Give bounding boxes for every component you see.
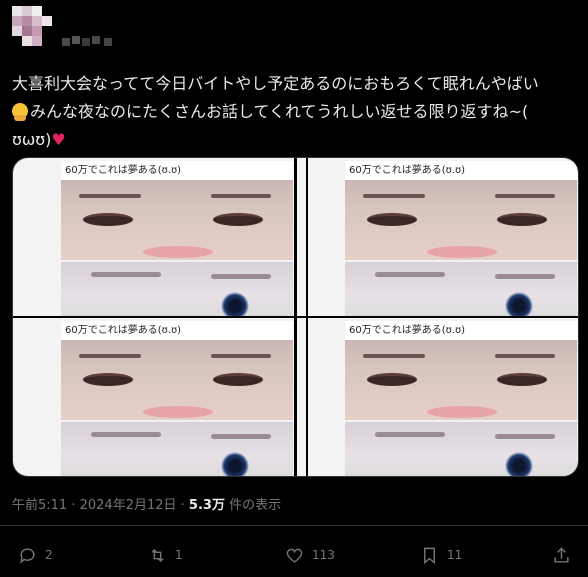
avatar[interactable] bbox=[12, 6, 52, 46]
eye bbox=[221, 452, 249, 476]
blush bbox=[427, 406, 497, 418]
post-meta: 午前5:11 · 2024年2月12日 · 5.3万 件の表示 bbox=[12, 494, 281, 513]
media-image-3[interactable]: 60万でこれは夢ある(ʊ.ʊ) bbox=[13, 318, 294, 476]
username-blurred[interactable] bbox=[62, 36, 114, 46]
eyebrow bbox=[79, 194, 141, 198]
media-image-2[interactable]: 60万でこれは夢ある(ʊ.ʊ) bbox=[297, 158, 578, 316]
photo-face-upper bbox=[61, 340, 293, 420]
media-grid[interactable]: 60万でこれは夢ある(ʊ.ʊ) 60万でこれは夢ある(ʊ.ʊ) 60万でこれは夢… bbox=[12, 157, 579, 477]
post-date[interactable]: 2024年2月12日 bbox=[80, 498, 177, 513]
view-label: 件の表示 bbox=[224, 498, 282, 513]
eye bbox=[367, 213, 417, 226]
view-count: 5.3万 bbox=[188, 498, 225, 513]
eyebrow bbox=[211, 434, 271, 439]
photo-face-lower bbox=[345, 422, 577, 476]
eye bbox=[497, 373, 547, 386]
eye bbox=[497, 213, 547, 226]
eyebrow bbox=[495, 194, 555, 198]
blush bbox=[427, 246, 497, 258]
meta-dot: · bbox=[67, 498, 80, 513]
bookmark-icon bbox=[424, 547, 435, 564]
like-button[interactable]: 113 bbox=[285, 540, 335, 570]
media-caption-4: 60万でこれは夢ある(ʊ.ʊ) bbox=[345, 321, 577, 341]
heart-icon bbox=[286, 548, 303, 563]
eyebrow bbox=[495, 434, 555, 439]
eyebrow bbox=[91, 432, 161, 437]
eye bbox=[213, 373, 263, 386]
divider bbox=[0, 525, 588, 526]
eyebrow bbox=[211, 274, 271, 279]
eyebrow bbox=[363, 194, 425, 198]
post-text: 大喜利大会なってて今日バイトやし予定あるのにおもろくて眠れんやばい みんな夜なの… bbox=[12, 70, 578, 154]
meta-dot: · bbox=[176, 498, 189, 513]
eyebrow bbox=[211, 354, 271, 358]
photo-face-upper bbox=[61, 180, 293, 260]
bookmark-button[interactable]: 11 bbox=[420, 540, 462, 570]
post-text-line-2: みんな夜なのにたくさんお話してくれてうれしい返せる限り返すね~( bbox=[12, 98, 578, 126]
eye bbox=[83, 213, 133, 226]
photo-face-upper bbox=[345, 340, 577, 420]
bookmark-count: 11 bbox=[447, 548, 463, 562]
action-bar: 2 1 113 11 bbox=[0, 540, 588, 570]
post-text-kaomoji: ʊωʊ bbox=[12, 130, 46, 149]
post-text-line-3: ʊωʊ)♥ bbox=[12, 126, 578, 154]
media-caption-3: 60万でこれは夢ある(ʊ.ʊ) bbox=[61, 321, 293, 341]
blush bbox=[143, 406, 213, 418]
post-text-line-2-content: みんな夜なのにたくさんお話してくれてうれしい返せる限り返すね~( bbox=[30, 102, 529, 121]
eye bbox=[213, 213, 263, 226]
eye bbox=[367, 373, 417, 386]
post-text-line-1: 大喜利大会なってて今日バイトやし予定あるのにおもろくて眠れんやばい bbox=[12, 74, 539, 93]
repost-icon bbox=[151, 548, 164, 562]
eyebrow bbox=[495, 274, 555, 279]
media-caption-1: 60万でこれは夢ある(ʊ.ʊ) bbox=[61, 161, 293, 181]
media-image-1[interactable]: 60万でこれは夢ある(ʊ.ʊ) bbox=[13, 158, 294, 316]
share-icon bbox=[554, 546, 569, 563]
eye bbox=[505, 452, 533, 476]
eyebrow bbox=[375, 272, 445, 277]
blush bbox=[143, 246, 213, 258]
reply-icon bbox=[20, 547, 35, 564]
photo-face-lower bbox=[61, 422, 293, 476]
reply-button[interactable]: 2 bbox=[18, 540, 53, 570]
photo-face-lower bbox=[345, 262, 577, 316]
post-time[interactable]: 午前5:11 bbox=[12, 498, 67, 513]
repost-count: 1 bbox=[175, 548, 183, 562]
eyebrow bbox=[211, 194, 271, 198]
eyebrow bbox=[79, 354, 141, 358]
like-count: 113 bbox=[312, 548, 335, 562]
eyebrow bbox=[363, 354, 425, 358]
reply-count: 2 bbox=[45, 548, 53, 562]
eyebrow bbox=[91, 272, 161, 277]
grid-divider-horizontal bbox=[13, 316, 578, 318]
red-heart-emoji: ♥ bbox=[51, 130, 66, 149]
photo-face-lower bbox=[61, 262, 293, 316]
media-image-4[interactable]: 60万でこれは夢ある(ʊ.ʊ) bbox=[297, 318, 578, 476]
eyebrow bbox=[375, 432, 445, 437]
eye bbox=[505, 292, 533, 316]
media-caption-2: 60万でこれは夢ある(ʊ.ʊ) bbox=[345, 161, 577, 181]
eye bbox=[221, 292, 249, 316]
repost-button[interactable]: 1 bbox=[148, 540, 183, 570]
hugging-face-emoji-icon bbox=[12, 103, 28, 121]
eyebrow bbox=[495, 354, 555, 358]
photo-face-upper bbox=[345, 180, 577, 260]
eye bbox=[83, 373, 133, 386]
share-button[interactable] bbox=[552, 540, 579, 570]
